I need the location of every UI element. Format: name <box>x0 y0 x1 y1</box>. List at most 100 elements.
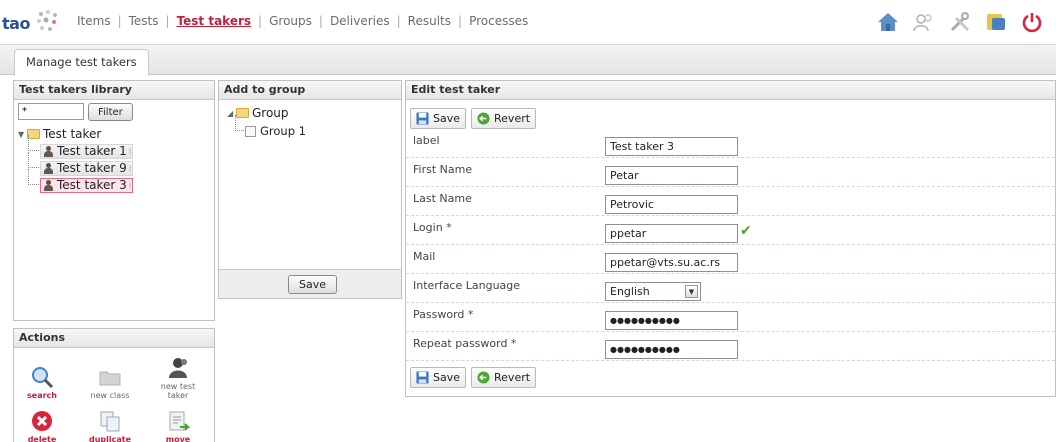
revert-icon <box>477 371 490 384</box>
users-icon[interactable] <box>912 10 936 34</box>
new-test-taker-icon <box>169 358 187 378</box>
password-label: Password * <box>413 308 474 321</box>
action-label: delete <box>27 435 57 442</box>
group-item-group-1[interactable]: Group 1 <box>235 115 306 139</box>
first-name-field[interactable] <box>605 166 738 185</box>
test-taker-icon <box>43 162 54 174</box>
nav-tests[interactable]: Tests <box>122 14 166 28</box>
save-label: Save <box>433 112 461 125</box>
test-taker-icon <box>43 145 54 157</box>
password-field[interactable] <box>605 311 738 330</box>
action-label: duplicate <box>88 435 132 442</box>
language-select[interactable]: English ▼ <box>605 282 701 301</box>
action-label: new test taker <box>160 382 196 400</box>
nav-processes[interactable]: Processes <box>462 14 535 28</box>
add-to-group-panel: Add to group ◢ Group Group 1 Save <box>218 80 402 299</box>
repeat-password-field[interactable] <box>605 340 738 359</box>
drag-handle-icon[interactable]: ⁞ <box>129 181 131 190</box>
logout-icon[interactable] <box>1020 10 1044 34</box>
field-row-label: label <box>406 129 1055 158</box>
language-selected-value: English <box>610 285 650 298</box>
action-search[interactable]: search <box>18 365 66 400</box>
actions-title: Actions <box>14 329 214 348</box>
tree-item-label: Test taker 3 <box>57 178 127 192</box>
filter-input[interactable] <box>18 103 84 120</box>
save-button-bottom[interactable]: Save <box>410 367 467 388</box>
nav-items[interactable]: Items <box>70 14 118 28</box>
filter-row: Filter <box>18 103 133 121</box>
login-field[interactable] <box>605 224 738 243</box>
test-takers-library-panel: Test takers library Filter ▼ Test taker … <box>13 80 215 321</box>
edit-title: Edit test taker <box>406 81 1055 100</box>
action-new-class[interactable]: new class <box>86 365 134 400</box>
folder-icon <box>99 371 121 386</box>
add-to-group-title: Add to group <box>219 81 401 100</box>
actions-panel: Actions search new class new test taker … <box>13 328 215 442</box>
revert-button-top[interactable]: Revert <box>471 108 537 129</box>
bottom-toolbar: Save Revert <box>410 367 537 388</box>
action-move[interactable]: move <box>154 409 202 442</box>
nav-groups[interactable]: Groups <box>262 14 319 28</box>
tab-manage-test-takers[interactable]: Manage test takers <box>14 49 149 76</box>
tao-logo[interactable]: tao <box>2 9 62 37</box>
mail-field[interactable] <box>605 253 738 272</box>
group-1-checkbox[interactable] <box>245 125 256 137</box>
nav-deliveries[interactable]: Deliveries <box>323 14 397 28</box>
field-row-password: Password * <box>406 303 1055 332</box>
field-row-first-name: First Name <box>406 158 1055 187</box>
field-row-language: Interface Language English ▼ <box>406 274 1055 303</box>
tree-item-test-taker-1[interactable]: Test taker 1 ⁞ <box>28 135 134 159</box>
action-label: new class <box>90 391 130 400</box>
revert-label: Revert <box>494 371 531 384</box>
drag-handle-icon[interactable]: ⁞ <box>129 164 131 173</box>
revert-icon <box>477 112 490 125</box>
save-label: Save <box>433 371 461 384</box>
revert-button-bottom[interactable]: Revert <box>471 367 537 388</box>
top-toolbar: Save Revert <box>410 108 537 129</box>
revert-label: Revert <box>494 112 531 125</box>
test-taker-tree: ▼ Test taker Test taker 1 ⁞ Test taker 9 ⁞… <box>18 126 134 193</box>
action-delete[interactable]: delete <box>18 409 66 442</box>
group-item-label: Group 1 <box>260 124 306 138</box>
logo-text: tao <box>2 14 30 33</box>
login-label: Login * <box>413 221 452 234</box>
tools-icon[interactable] <box>948 10 972 34</box>
logo-dots-icon <box>37 10 57 31</box>
nav-results[interactable]: Results <box>401 14 458 28</box>
action-new-test-taker[interactable]: new test taker <box>154 356 202 400</box>
edit-test-taker-panel: Edit test taker Save Revert label First … <box>405 80 1056 397</box>
tree-item-label: Test taker 9 <box>57 161 127 175</box>
nav-test-takers[interactable]: Test takers <box>170 14 258 28</box>
field-row-repeat-password: Repeat password * <box>406 332 1055 361</box>
move-icon <box>169 411 190 431</box>
top-bar: tao Items | Tests | Test takers | Groups | Deliv… <box>0 0 1056 45</box>
top-icons <box>876 10 1044 34</box>
delete-icon <box>32 411 52 431</box>
tree-item-test-taker-3[interactable]: Test taker 3 ⁞ <box>28 169 134 193</box>
main-nav: Items | Tests | Test takers | Groups | Deliverie… <box>70 14 535 28</box>
save-group-button[interactable]: Save <box>288 275 338 294</box>
extensions-icon[interactable] <box>984 10 1008 34</box>
add-to-group-footer: Save <box>219 269 401 298</box>
last-name-field[interactable] <box>605 195 738 214</box>
tab-bar: Manage test takers <box>0 45 1056 76</box>
tree-root-label: Test taker <box>43 127 102 141</box>
drag-handle-icon[interactable]: ⁞ <box>129 147 131 156</box>
field-row-login: Login * ✔ <box>406 216 1055 245</box>
tree-item-test-taker-9[interactable]: Test taker 9 ⁞ <box>28 152 134 176</box>
home-icon[interactable] <box>876 10 900 34</box>
label-field[interactable] <box>605 137 738 156</box>
language-label: Interface Language <box>413 279 521 292</box>
tree-item-label: Test taker 1 <box>57 144 127 158</box>
save-icon <box>416 371 429 384</box>
save-button-top[interactable]: Save <box>410 108 467 129</box>
action-duplicate[interactable]: duplicate <box>86 409 134 442</box>
group-tree: ◢ Group Group 1 <box>227 105 306 139</box>
action-label: move <box>165 435 191 442</box>
group-root-label: Group <box>252 106 289 120</box>
last-name-label: Last Name <box>413 192 472 205</box>
expand-triangle-icon[interactable]: ▼ <box>18 130 27 139</box>
duplicate-icon <box>100 411 120 432</box>
chevron-down-icon[interactable]: ▼ <box>685 285 698 298</box>
filter-button[interactable]: Filter <box>88 103 133 121</box>
